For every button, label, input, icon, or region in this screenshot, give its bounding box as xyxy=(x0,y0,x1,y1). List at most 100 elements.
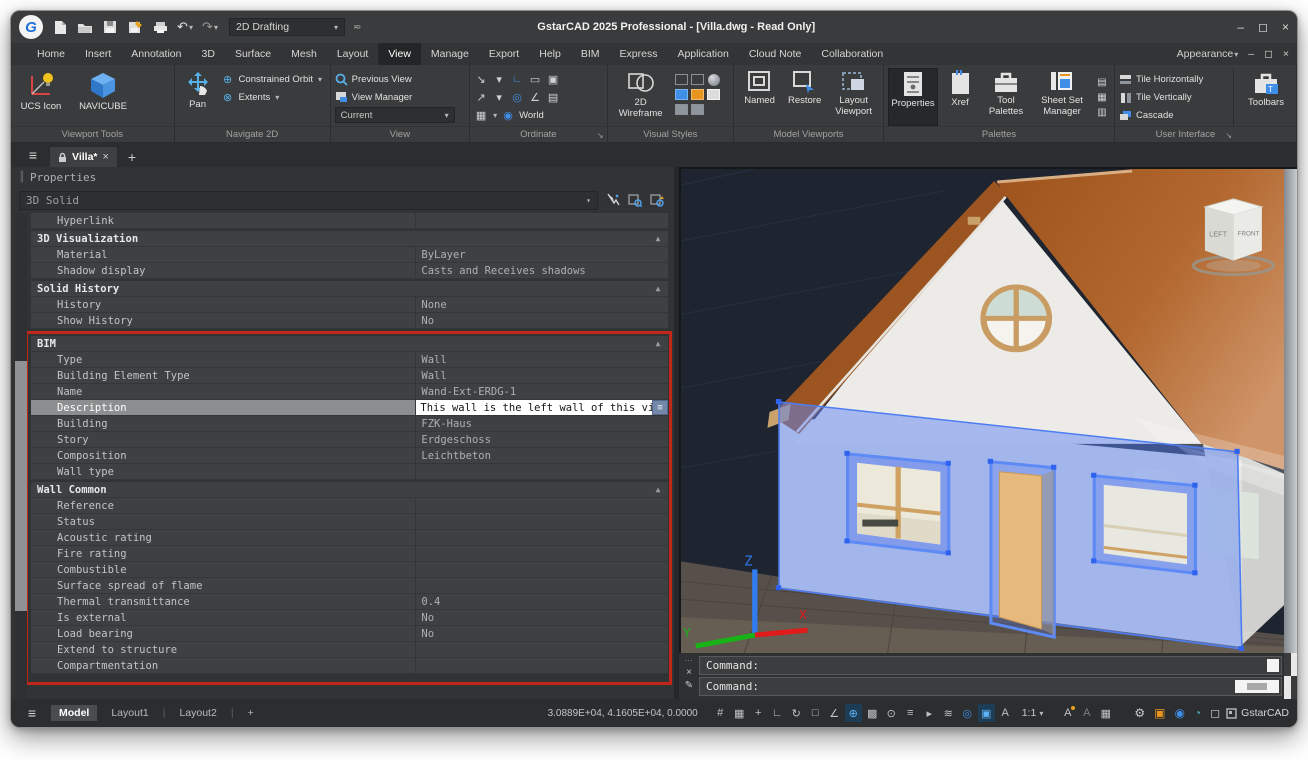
annotation-visibility-icon[interactable]: A xyxy=(1059,704,1076,722)
command-hscrollbar[interactable] xyxy=(1235,680,1279,693)
ribbon-tab-export[interactable]: Export xyxy=(479,43,529,65)
property-row-status[interactable]: Status xyxy=(31,514,668,530)
new-tab-button[interactable]: + xyxy=(120,146,144,167)
quick-select-icon[interactable] xyxy=(648,192,666,209)
cascade-button[interactable]: Cascade xyxy=(1119,107,1227,123)
palette-grip-icon[interactable]: ║ xyxy=(19,172,25,183)
undo-icon[interactable]: ↶▾ xyxy=(176,18,194,36)
ribbon-tab-bim[interactable]: BIM xyxy=(571,43,610,65)
ribbon-tab-layout[interactable]: Layout xyxy=(327,43,379,65)
selection-cycling-icon[interactable]: ▸ xyxy=(921,704,938,722)
monitors-icon[interactable]: ▣ xyxy=(978,704,995,722)
ui-dialog-launcher-icon[interactable]: ↘ xyxy=(1225,131,1232,140)
ribbon-tab-cloud-note[interactable]: Cloud Note xyxy=(739,43,812,65)
collapse-arrow-icon[interactable]: ▲ xyxy=(648,281,668,296)
dynamic-input-icon[interactable]: + xyxy=(750,704,767,722)
description-expand-button[interactable]: ≡ xyxy=(652,400,668,415)
restore-viewports-button[interactable]: Restore xyxy=(783,68,826,126)
close-button[interactable]: × xyxy=(1282,20,1289,34)
property-scrollbar-track[interactable] xyxy=(15,213,27,699)
pan-button[interactable]: Pan xyxy=(179,68,217,126)
property-row-composition[interactable]: CompositionLeichtbeton xyxy=(31,448,668,464)
property-row-building-element-type[interactable]: Building Element TypeWall xyxy=(31,368,668,384)
round-gable-window[interactable] xyxy=(984,288,1049,350)
layer-isolate-icon[interactable]: ≋ xyxy=(940,704,957,722)
gstarcad-logo-icon[interactable]: G xyxy=(19,15,43,39)
snap-icon[interactable]: # xyxy=(712,704,729,722)
ribbon-tab-surface[interactable]: Surface xyxy=(225,43,281,65)
tile-vertically-button[interactable]: Tile Vertically xyxy=(1119,89,1227,105)
property-row-building[interactable]: BuildingFZK-Haus xyxy=(31,416,668,432)
doc-close-button[interactable]: × xyxy=(1283,48,1289,60)
grid-icon[interactable]: ▦ xyxy=(731,704,748,722)
ribbon-tab-express[interactable]: Express xyxy=(610,43,668,65)
ortho-icon[interactable]: ∟ xyxy=(769,704,786,722)
realistic-sphere-icon[interactable] xyxy=(708,74,720,86)
layout-viewport-button[interactable]: Layout Viewport xyxy=(828,68,879,126)
orbit-dropdown-icon[interactable]: ▾ xyxy=(318,75,322,84)
ordinate-tool-icon[interactable]: ∠ xyxy=(528,91,542,104)
workspace-cube-icon[interactable]: ▣ xyxy=(1154,706,1165,720)
2d-wireframe-button[interactable]: 2D Wireframe xyxy=(612,68,670,126)
property-row-reference[interactable]: Reference xyxy=(31,498,668,514)
save-as-icon[interactable] xyxy=(126,18,144,36)
collapse-arrow-icon[interactable]: ▲ xyxy=(648,336,668,351)
visual-style-presets[interactable] xyxy=(674,68,722,126)
annotation-autoscale-icon[interactable]: A xyxy=(1078,704,1095,722)
object-type-dropdown[interactable]: 3D Solid ▾ xyxy=(19,191,598,210)
object-snap-icon[interactable]: □ xyxy=(807,704,824,722)
dwg-compare-icon[interactable]: ▤ xyxy=(1094,75,1110,89)
ordinate-tool-icon[interactable]: ↗ xyxy=(474,91,488,104)
xray-cube-icon[interactable] xyxy=(691,104,704,115)
new-layout-button[interactable]: + xyxy=(240,705,262,721)
ordinate-tool-icon[interactable]: ◎ xyxy=(510,91,524,104)
markup-sheet-icon[interactable]: ▥ xyxy=(1094,105,1110,119)
property-row-load-bearing[interactable]: Load bearingNo xyxy=(31,626,668,642)
settings-gear-icon[interactable]: ⚙ xyxy=(1134,706,1145,720)
property-row-compartmentation[interactable]: Compartmentation xyxy=(31,658,668,674)
annotation-icon[interactable]: A xyxy=(997,704,1014,722)
viewport-vertical-scrollbar[interactable] xyxy=(1284,167,1297,653)
tool-palettes-button[interactable]: Tool Palettes xyxy=(982,68,1030,126)
extents-dropdown-icon[interactable]: ▾ xyxy=(275,93,279,102)
gstarcad-status-brand[interactable]: GstarCAD xyxy=(1226,707,1289,719)
property-row-material[interactable]: MaterialByLayer xyxy=(31,247,668,263)
layout1-tab[interactable]: Layout1 xyxy=(103,705,156,721)
property-row-combustible[interactable]: Combustible xyxy=(31,562,668,578)
description-input[interactable]: This wall is the left wall of this villa xyxy=(416,400,652,415)
table-icon[interactable]: ▦ xyxy=(1097,704,1114,722)
property-scrollbar-thumb[interactable] xyxy=(15,361,27,611)
sheet-set-manager-button[interactable]: Sheet Set Manager xyxy=(1033,68,1091,126)
ordinate-tool-icon[interactable]: ▾ xyxy=(492,91,506,104)
polar-tracking-icon[interactable]: ↻ xyxy=(788,704,805,722)
property-section-solid-history[interactable]: Solid History▲ xyxy=(31,281,668,297)
property-row-show-history[interactable]: Show HistoryNo xyxy=(31,313,668,329)
status-menu-icon[interactable]: ≡ xyxy=(19,705,45,721)
entrance-door[interactable] xyxy=(988,459,1057,637)
property-row-hyperlink[interactable]: Hyperlink xyxy=(31,213,668,229)
command-grip-icon[interactable]: ⋯ xyxy=(685,656,694,665)
tile-horizontally-button[interactable]: Tile Horizontally xyxy=(1119,71,1227,87)
ordinate-tool-icon[interactable]: ▤ xyxy=(546,91,560,104)
property-row-acoustic-rating[interactable]: Acoustic rating xyxy=(31,530,668,546)
center-snap-icon[interactable]: ⊙ xyxy=(883,704,900,722)
ribbon-tab-home[interactable]: Home xyxy=(27,43,75,65)
ordinate-tool-icon[interactable]: ↘ xyxy=(474,73,488,86)
shaded-edges-cube-icon[interactable] xyxy=(691,89,704,100)
property-row-wall-type[interactable]: Wall type xyxy=(31,464,668,480)
command-input-line[interactable]: Command: xyxy=(699,677,1282,696)
hatch-icon[interactable]: ▩ xyxy=(864,704,881,722)
ordinate-tools-row-1[interactable]: ↘▾∟▭▣ xyxy=(474,71,603,87)
hardware-bulb-icon[interactable]: ◉ xyxy=(1174,706,1184,720)
ordinate-tool-icon[interactable]: ▣ xyxy=(546,73,560,86)
qat-customize-icon[interactable]: ≂ xyxy=(353,22,361,33)
command-history-line[interactable]: Command: xyxy=(699,656,1282,675)
ribbon-tab-collaboration[interactable]: Collaboration xyxy=(811,43,893,65)
restore-button[interactable]: ◻ xyxy=(1258,20,1268,34)
previous-view-button[interactable]: Previous View xyxy=(335,71,465,87)
command-close-icon[interactable]: × xyxy=(686,667,692,678)
calculator-icon[interactable]: ▦ xyxy=(1094,90,1110,104)
collapse-arrow-icon[interactable]: ▲ xyxy=(648,231,668,246)
ribbon-tab-mesh[interactable]: Mesh xyxy=(281,43,327,65)
ordinate-tool-icon[interactable]: ∟ xyxy=(510,73,524,85)
